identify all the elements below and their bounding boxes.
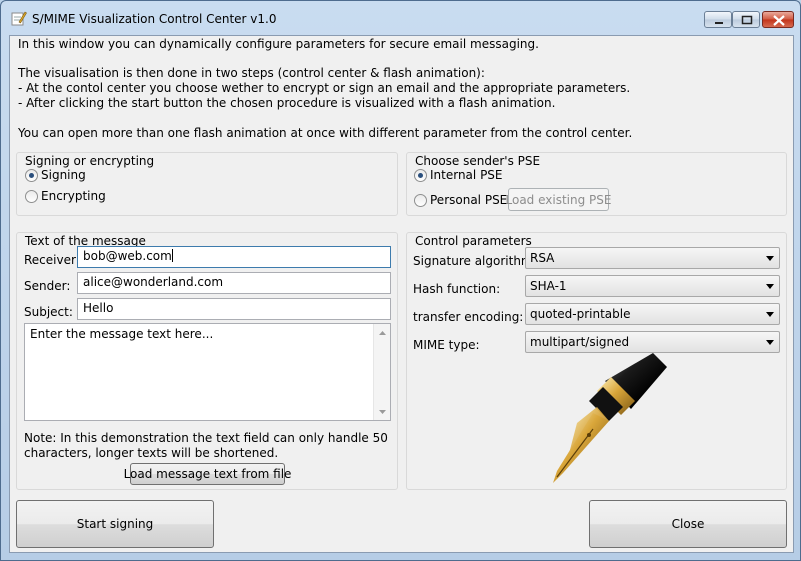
sender-label: Sender: <box>24 279 71 293</box>
message-group: Text of the message Receiver: bob@web.co… <box>16 232 398 490</box>
signing-radio-label[interactable]: Signing <box>41 168 86 182</box>
close-button[interactable]: Close <box>589 500 787 548</box>
start-signing-button[interactable]: Start signing <box>16 500 214 548</box>
sender-value: alice@wonderland.com <box>83 275 224 289</box>
receiver-input[interactable]: bob@web.com <box>77 246 391 268</box>
chevron-down-icon <box>766 312 774 317</box>
mime-type-label: MIME type: <box>413 338 480 352</box>
pse-group-title: Choose sender's PSE <box>415 154 541 168</box>
transfer-encoding-select[interactable]: quoted-printable <box>525 303 780 325</box>
signing-group-title: Signing or encrypting <box>25 154 155 168</box>
note-line-2: characters, longer texts will be shorten… <box>24 446 279 460</box>
chevron-down-icon <box>766 284 774 289</box>
close-icon <box>773 15 785 26</box>
signature-algorithm-select[interactable]: RSA <box>525 247 780 269</box>
chevron-down-icon <box>766 256 774 261</box>
signature-algorithm-label: Signature algorithm: <box>413 254 537 268</box>
scroll-arrows-icon <box>379 331 386 414</box>
maximize-button[interactable] <box>732 11 760 28</box>
hash-function-label: Hash function: <box>413 282 501 296</box>
intro-line-4: - After clicking the start button the ch… <box>18 96 556 110</box>
control-group-title: Control parameters <box>415 234 532 248</box>
mime-type-select[interactable]: multipart/signed <box>525 331 780 353</box>
intro-line-2: The visualisation is then done in two st… <box>18 66 485 80</box>
transfer-encoding-value: quoted-printable <box>530 307 631 321</box>
encrypting-radio[interactable] <box>25 190 38 203</box>
fountain-pen-icon <box>553 353 667 483</box>
text-cursor <box>171 249 173 262</box>
pse-group: Choose sender's PSE Internal PSE Persona… <box>406 152 787 216</box>
sender-input[interactable]: alice@wonderland.com <box>77 272 391 294</box>
signature-algorithm-value: RSA <box>530 251 555 265</box>
control-group: Control parameters Signature algorithm: … <box>406 232 787 490</box>
chevron-down-icon <box>766 340 774 345</box>
load-existing-pse-button[interactable]: Load existing PSE <box>506 188 612 211</box>
encrypting-radio-label[interactable]: Encrypting <box>41 189 106 203</box>
subject-value: Hello <box>83 301 114 315</box>
pen-and-paper-icon <box>10 10 27 27</box>
receiver-label: Receiver: <box>24 253 80 267</box>
internal-pse-radio-label[interactable]: Internal PSE <box>430 168 503 182</box>
signing-group: Signing or encrypting Signing Encrypting <box>16 152 398 216</box>
subject-input[interactable]: Hello <box>77 298 391 320</box>
message-body-textarea[interactable]: Enter the message text here... <box>24 323 391 421</box>
hash-function-value: SHA-1 <box>530 279 567 293</box>
message-body-text: Enter the message text here... <box>30 327 214 341</box>
transfer-encoding-label: transfer encoding: <box>413 310 524 324</box>
receiver-value: bob@web.com <box>83 249 172 263</box>
window-title: S/MIME Visualization Control Center v1.0 <box>32 12 277 26</box>
personal-pse-radio[interactable] <box>414 194 427 207</box>
hash-function-select[interactable]: SHA-1 <box>525 275 780 297</box>
internal-pse-radio[interactable] <box>414 169 427 182</box>
minimize-icon <box>715 22 723 24</box>
close-window-button[interactable] <box>762 11 794 28</box>
intro-line-1: In this window you can dynamically confi… <box>18 37 539 51</box>
load-message-text-button[interactable]: Load message text from file <box>124 463 291 485</box>
subject-label: Subject: <box>24 305 73 319</box>
message-body-scrollbar[interactable] <box>373 324 390 420</box>
signing-radio[interactable] <box>25 169 38 182</box>
intro-line-5: You can open more than one flash animati… <box>18 126 633 140</box>
note-line-1: Note: In this demonstration the text fie… <box>24 431 388 445</box>
app-window: S/MIME Visualization Control Center v1.0… <box>0 0 801 561</box>
maximize-icon <box>741 15 753 25</box>
minimize-button[interactable] <box>704 11 732 28</box>
title-bar[interactable]: S/MIME Visualization Control Center v1.0 <box>1 1 800 35</box>
personal-pse-radio-label[interactable]: Personal PSE <box>430 193 507 207</box>
intro-line-3: - At the contol center you choose wether… <box>18 81 631 95</box>
mime-type-value: multipart/signed <box>530 335 630 349</box>
client-area: In this window you can dynamically confi… <box>9 35 794 553</box>
